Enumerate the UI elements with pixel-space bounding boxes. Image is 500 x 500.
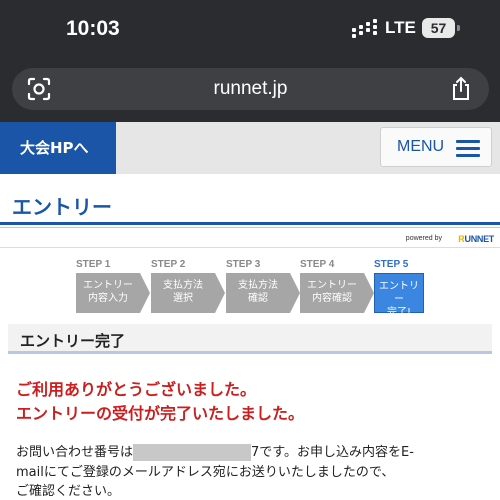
confirm-text: ご確認ください。: [16, 484, 121, 499]
step-label: STEP 5: [374, 259, 409, 270]
menu-button[interactable]: MENU: [380, 127, 492, 167]
page-title: エントリー: [12, 195, 112, 219]
browser-chrome: 10:03 LTE 57 runnet.jp: [0, 0, 500, 122]
step-4: STEP 4 エントリー 内容確認: [300, 259, 374, 313]
redacted-inquiry-number: [133, 444, 252, 461]
step-5: STEP 5 エントリー 完了!: [374, 259, 444, 318]
hamburger-icon: [456, 140, 480, 161]
step-label: STEP 4: [300, 259, 335, 270]
inquiry-text: お問い合わせ番号は 7です。お申し込み内容をE-: [16, 444, 414, 461]
powered-by-bar: powered by RUNNET: [0, 232, 500, 248]
site-header: 大会HPへ MENU: [0, 122, 500, 174]
url-text[interactable]: runnet.jp: [12, 78, 489, 100]
thanks-message: ご利用ありがとうございました。: [16, 380, 257, 399]
title-divider: [0, 222, 500, 225]
menu-label: MENU: [397, 138, 445, 155]
step-1: STEP 1 エントリー 内容入力: [76, 259, 150, 313]
step-3: STEP 3 支払方法 確認: [226, 259, 300, 313]
step-box: エントリー 内容確認: [300, 273, 374, 313]
step-box-active: エントリー 完了!: [374, 273, 424, 318]
section-header: エントリー完了: [8, 324, 492, 354]
share-icon[interactable]: [449, 76, 473, 106]
address-bar[interactable]: runnet.jp: [12, 68, 489, 110]
step-label: STEP 3: [226, 259, 261, 270]
step-box: エントリー 内容入力: [76, 273, 150, 313]
signal-icon: [352, 19, 377, 38]
powered-by-text: powered by: [405, 235, 442, 242]
runnet-logo: RUNNET: [458, 234, 494, 244]
status-time: 10:03: [66, 17, 120, 40]
battery-icon: 57: [422, 18, 460, 38]
completion-message: エントリーの受付が完了いたしました。: [16, 404, 305, 423]
network-type: LTE: [385, 18, 416, 37]
event-hp-button[interactable]: 大会HPへ: [0, 122, 116, 174]
step-label: STEP 1: [76, 259, 111, 270]
title-divider-thin: [0, 227, 500, 228]
section-title: エントリー完了: [20, 332, 126, 350]
step-2: STEP 2 支払方法 選択: [151, 259, 225, 313]
step-box: 支払方法 選択: [151, 273, 225, 313]
email-notice-text: mailにてご登録のメールアドレス宛にお送りいたしましたので、: [16, 465, 395, 480]
step-label: STEP 2: [151, 259, 186, 270]
step-box: 支払方法 確認: [226, 273, 300, 313]
